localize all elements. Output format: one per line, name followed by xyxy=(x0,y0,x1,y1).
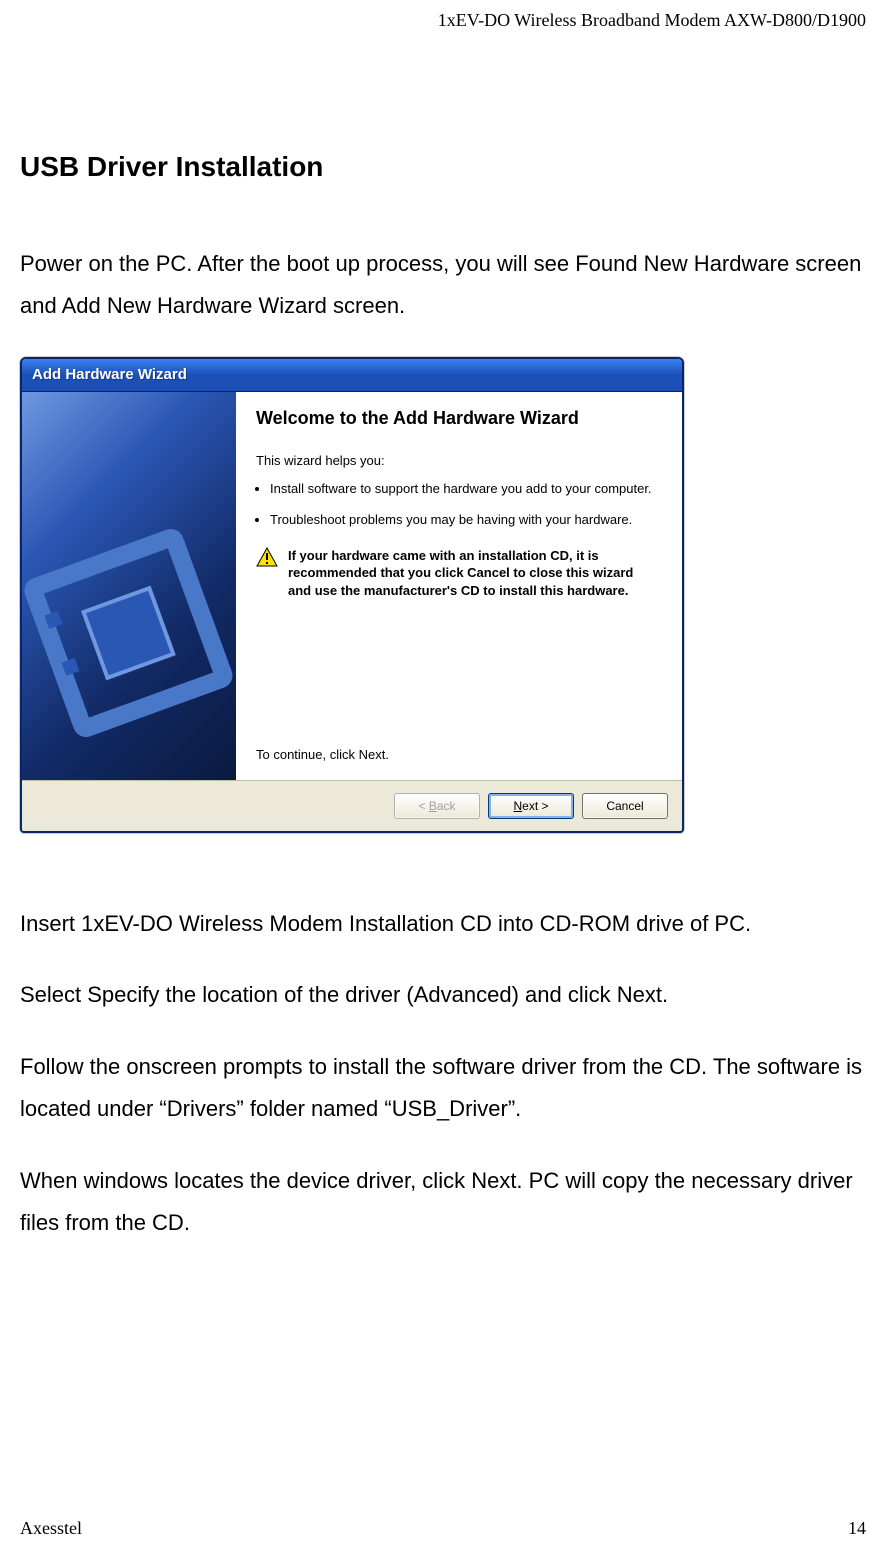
wizard-sidebar-graphic xyxy=(22,392,236,780)
page-number: 14 xyxy=(848,1518,866,1539)
dialog-title-text: Add Hardware Wizard xyxy=(32,366,187,383)
instruction-paragraph: When windows locates the device driver, … xyxy=(20,1160,866,1244)
page-footer: Axesstel 14 xyxy=(20,1518,866,1539)
warning-icon xyxy=(256,547,278,570)
dialog-titlebar[interactable]: Add Hardware Wizard xyxy=(22,359,682,392)
instruction-paragraph: Follow the onscreen prompts to install t… xyxy=(20,1046,866,1130)
wizard-continue-text: To continue, click Next. xyxy=(256,747,389,762)
wizard-warning-row: If your hardware came with an installati… xyxy=(256,547,664,600)
instruction-paragraph: Select Specify the location of the drive… xyxy=(20,974,866,1016)
wizard-bullet-list: Install software to support the hardware… xyxy=(270,480,664,529)
wizard-bullet-item: Troubleshoot problems you may be having … xyxy=(270,511,664,529)
wizard-warning-text: If your hardware came with an installati… xyxy=(288,547,654,600)
wizard-content-area: Welcome to the Add Hardware Wizard This … xyxy=(236,392,682,780)
running-header: 1xEV-DO Wireless Broadband Modem AXW-D80… xyxy=(20,10,866,31)
wizard-button-row: < Back Next > Cancel xyxy=(22,780,682,831)
intro-paragraph: Power on the PC. After the boot up proce… xyxy=(20,243,866,327)
back-button: < Back xyxy=(394,793,480,819)
section-heading: USB Driver Installation xyxy=(20,151,866,183)
wizard-help-label: This wizard helps you: xyxy=(256,453,664,468)
add-hardware-wizard-dialog: Add Hardware Wizard Welcome to the Add H… xyxy=(20,357,684,833)
hardware-icon xyxy=(22,500,236,760)
cancel-button[interactable]: Cancel xyxy=(582,793,668,819)
wizard-bullet-item: Install software to support the hardware… xyxy=(270,480,664,498)
next-button[interactable]: Next > xyxy=(488,793,574,819)
wizard-heading: Welcome to the Add Hardware Wizard xyxy=(256,408,664,429)
footer-left: Axesstel xyxy=(20,1518,82,1539)
instruction-paragraph: Insert 1xEV-DO Wireless Modem Installati… xyxy=(20,903,866,945)
document-page: 1xEV-DO Wireless Broadband Modem AXW-D80… xyxy=(0,0,886,1553)
dialog-body: Welcome to the Add Hardware Wizard This … xyxy=(22,392,682,780)
